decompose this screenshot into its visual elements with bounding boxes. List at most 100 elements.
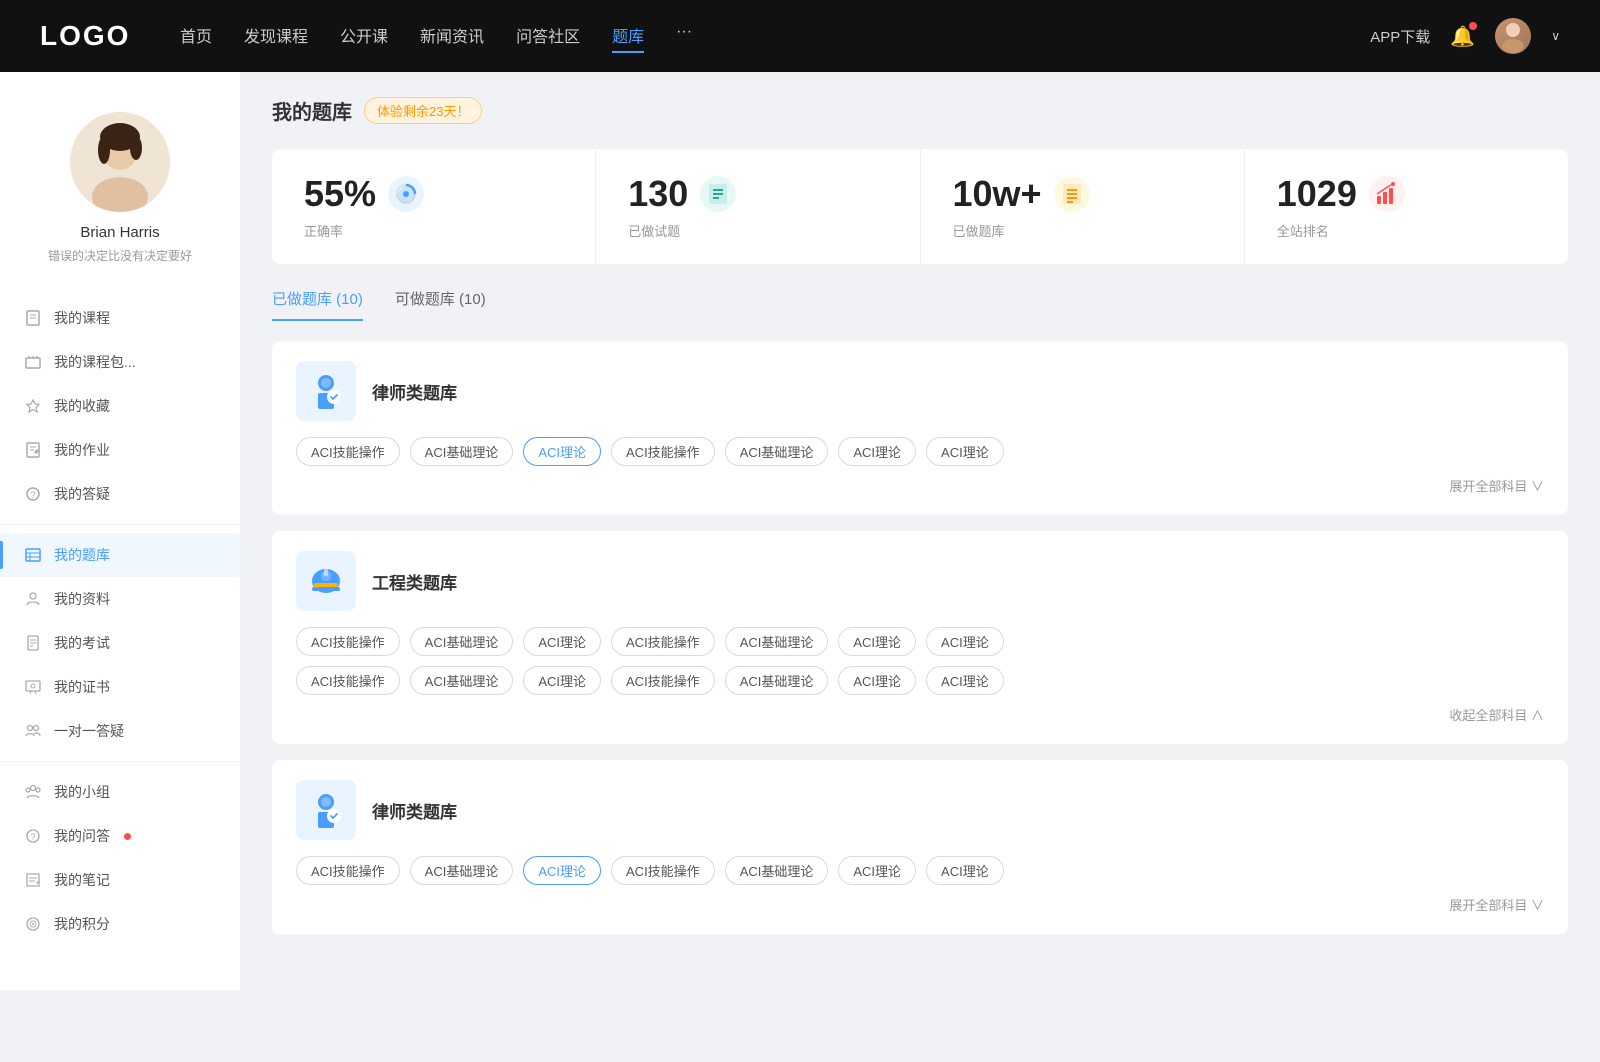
expand-link-2[interactable]: 展开全部科目 ∨	[1449, 895, 1544, 914]
tag-0-2[interactable]: ACI理论	[523, 437, 601, 466]
sidebar-item-qa[interactable]: ? 我的答疑	[0, 472, 240, 516]
tag-0-4[interactable]: ACI基础理论	[725, 437, 829, 466]
tag-0-0[interactable]: ACI技能操作	[296, 437, 400, 466]
tab-done[interactable]: 已做题库 (10)	[272, 288, 363, 321]
stat-value-banks: 10w+	[953, 173, 1042, 215]
tag-1-10[interactable]: ACI技能操作	[611, 666, 715, 695]
sidebar-item-favorites[interactable]: 我的收藏	[0, 384, 240, 428]
tag-1-8[interactable]: ACI基础理论	[410, 666, 514, 695]
qbank-tags-1b: ACI技能操作 ACI基础理论 ACI理论 ACI技能操作 ACI基础理论 AC…	[296, 666, 1544, 695]
favorites-icon	[24, 397, 42, 415]
tag-0-6[interactable]: ACI理论	[926, 437, 1004, 466]
nav-open-course[interactable]: 公开课	[340, 19, 388, 53]
divider-2	[0, 761, 240, 762]
sidebar-item-course[interactable]: 我的课程	[0, 296, 240, 340]
svg-text:?: ?	[30, 490, 35, 500]
tag-1-12[interactable]: ACI理论	[838, 666, 916, 695]
qa-dot	[124, 833, 131, 840]
tag-1-5[interactable]: ACI理论	[838, 627, 916, 656]
sidebar-label-profile: 我的资料	[54, 589, 110, 609]
tag-1-2[interactable]: ACI理论	[523, 627, 601, 656]
tag-0-1[interactable]: ACI基础理论	[410, 437, 514, 466]
stat-accuracy: 55% 正确率	[272, 149, 596, 264]
accuracy-icon	[388, 176, 424, 212]
sidebar-item-profile[interactable]: 我的资料	[0, 577, 240, 621]
nav-home[interactable]: 首页	[180, 19, 212, 53]
nav-qa[interactable]: 问答社区	[516, 19, 580, 53]
tag-2-1[interactable]: ACI基础理论	[410, 856, 514, 885]
tag-1-1[interactable]: ACI基础理论	[410, 627, 514, 656]
stat-value-ranking: 1029	[1277, 173, 1357, 215]
nav-more[interactable]: ···	[676, 19, 692, 53]
sidebar-label-1on1: 一对一答疑	[54, 721, 124, 741]
ranking-icon	[1369, 176, 1405, 212]
qbank-icon-lawyer-0	[296, 361, 356, 421]
sidebar-label-favorites: 我的收藏	[54, 396, 110, 416]
qa-icon: ?	[24, 485, 42, 503]
sidebar-item-qbank[interactable]: 我的题库	[0, 533, 240, 577]
tabs-row: 已做题库 (10) 可做题库 (10)	[272, 288, 1568, 321]
nav-news[interactable]: 新闻资讯	[420, 19, 484, 53]
profile-avatar	[70, 112, 170, 212]
sidebar-label-homework: 我的作业	[54, 440, 110, 460]
tag-1-13[interactable]: ACI理论	[926, 666, 1004, 695]
tag-2-2[interactable]: ACI理论	[523, 856, 601, 885]
stat-value-accuracy: 55%	[304, 173, 376, 215]
group-icon	[24, 783, 42, 801]
user-dropdown-arrow[interactable]: ∨	[1551, 29, 1560, 43]
expand-link-0[interactable]: 展开全部科目 ∨	[1449, 476, 1544, 495]
tag-2-3[interactable]: ACI技能操作	[611, 856, 715, 885]
profile-motto: 错误的决定比没有决定要好	[48, 247, 192, 264]
tab-todo[interactable]: 可做题库 (10)	[395, 288, 486, 321]
stat-top-ranking: 1029	[1277, 173, 1536, 215]
sidebar-item-homework[interactable]: 我的作业	[0, 428, 240, 472]
qbank-header-0: 律师类题库	[296, 361, 1544, 421]
qbank-card-0: 律师类题库 ACI技能操作 ACI基础理论 ACI理论 ACI技能操作 ACI基…	[272, 341, 1568, 515]
sidebar-item-exam[interactable]: 我的考试	[0, 621, 240, 665]
qbank-title-1: 工程类题库	[372, 569, 457, 594]
profile-icon	[24, 590, 42, 608]
tag-2-6[interactable]: ACI理论	[926, 856, 1004, 885]
user-avatar[interactable]	[1495, 18, 1531, 54]
sidebar-item-course-pkg[interactable]: 我的课程包...	[0, 340, 240, 384]
sidebar-item-points[interactable]: 我的积分	[0, 902, 240, 946]
stat-top-done: 130	[628, 173, 887, 215]
tag-0-5[interactable]: ACI理论	[838, 437, 916, 466]
sidebar-item-1on1[interactable]: 一对一答疑	[0, 709, 240, 753]
tag-1-11[interactable]: ACI基础理论	[725, 666, 829, 695]
topnav-right: APP下载 🔔 ∨	[1370, 18, 1560, 54]
tag-2-4[interactable]: ACI基础理论	[725, 856, 829, 885]
page-title: 我的题库	[272, 96, 352, 125]
stat-label-ranking: 全站排名	[1277, 221, 1536, 240]
tag-2-0[interactable]: ACI技能操作	[296, 856, 400, 885]
tag-1-0[interactable]: ACI技能操作	[296, 627, 400, 656]
nav-discover[interactable]: 发现课程	[244, 19, 308, 53]
app-download[interactable]: APP下载	[1370, 26, 1430, 47]
tag-2-5[interactable]: ACI理论	[838, 856, 916, 885]
divider-1	[0, 524, 240, 525]
1on1-icon	[24, 722, 42, 740]
main-layout: Brian Harris 错误的决定比没有决定要好 我的课程 我的课程包...	[0, 72, 1600, 990]
notes-icon	[24, 871, 42, 889]
tag-1-3[interactable]: ACI技能操作	[611, 627, 715, 656]
sidebar-label-course-pkg: 我的课程包...	[54, 352, 136, 372]
exam-icon	[24, 634, 42, 652]
qbank-title-2: 律师类题库	[372, 798, 457, 823]
sidebar-item-group[interactable]: 我的小组	[0, 770, 240, 814]
tag-1-6[interactable]: ACI理论	[926, 627, 1004, 656]
notification-bell[interactable]: 🔔	[1450, 24, 1475, 49]
done-questions-icon	[700, 176, 736, 212]
tag-1-4[interactable]: ACI基础理论	[725, 627, 829, 656]
logo: LOGO	[40, 20, 140, 52]
tag-1-7[interactable]: ACI技能操作	[296, 666, 400, 695]
stat-done-banks: 10w+ 已做题库	[921, 149, 1245, 264]
tag-0-3[interactable]: ACI技能操作	[611, 437, 715, 466]
sidebar-item-cert[interactable]: 我的证书	[0, 665, 240, 709]
my-qa-icon: ?	[24, 827, 42, 845]
collapse-link-1[interactable]: 收起全部科目 ∧	[1449, 705, 1544, 724]
sidebar-item-my-qa[interactable]: ? 我的问答	[0, 814, 240, 858]
sidebar-label-course: 我的课程	[54, 308, 110, 328]
sidebar-item-notes[interactable]: 我的笔记	[0, 858, 240, 902]
nav-qbank[interactable]: 题库	[612, 19, 644, 53]
tag-1-9[interactable]: ACI理论	[523, 666, 601, 695]
